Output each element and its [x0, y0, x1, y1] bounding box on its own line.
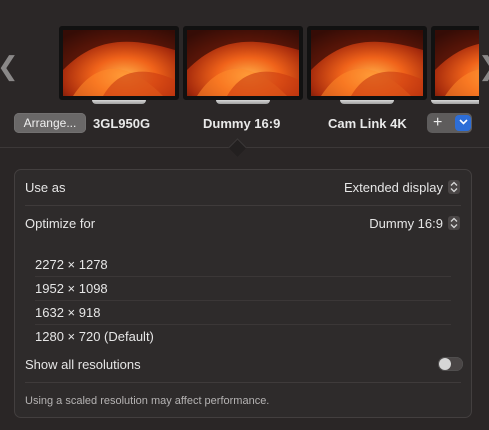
monitor-stand	[431, 100, 479, 104]
resolution-option-default[interactable]: 1280 × 720 (Default)	[35, 329, 154, 344]
divider	[25, 205, 461, 206]
resolution-option[interactable]: 1952 × 1098	[35, 281, 108, 296]
scroll-right-icon[interactable]: ❯	[478, 52, 489, 82]
resolution-divider	[35, 300, 451, 301]
wallpaper-image	[59, 26, 179, 100]
resolution-divider	[35, 324, 451, 325]
performance-note: Using a scaled resolution may affect per…	[25, 395, 270, 407]
popup-arrows-icon	[448, 216, 460, 230]
show-all-resolutions-label: Show all resolutions	[25, 357, 141, 372]
monitor-stand	[340, 100, 394, 104]
chevron-down-icon[interactable]	[455, 115, 471, 131]
display-thumbnail-4[interactable]	[431, 26, 479, 104]
wallpaper-image	[307, 26, 427, 100]
resolution-option[interactable]: 1632 × 918	[35, 305, 100, 320]
display-label-1: 3GL950G	[93, 116, 151, 131]
use-as-label: Use as	[25, 180, 66, 195]
resolution-divider	[35, 276, 451, 277]
display-thumbnail-3[interactable]	[307, 26, 427, 104]
display-thumbnail-2[interactable]	[183, 26, 303, 104]
wallpaper-image	[183, 26, 303, 100]
display-label-2: Dummy 16:9	[203, 116, 281, 131]
optimize-for-label: Optimize for	[25, 216, 96, 231]
display-thumbnail-1[interactable]	[59, 26, 179, 104]
use-as-popup[interactable]: Extended display	[344, 180, 460, 195]
divider	[25, 382, 461, 383]
resolution-option[interactable]: 2272 × 1278	[35, 257, 108, 272]
wallpaper-image	[431, 26, 479, 100]
popup-arrows-icon	[448, 180, 460, 194]
monitor-stand	[216, 100, 270, 104]
plus-icon[interactable]: +	[433, 113, 442, 133]
optimize-for-popup[interactable]: Dummy 16:9	[369, 216, 460, 231]
display-label-3: Cam Link 4K	[328, 116, 407, 131]
monitor-stand	[92, 100, 146, 104]
toggle-knob	[439, 358, 451, 370]
display-settings-panel: Use as Extended display Optimize for Dum…	[14, 169, 472, 418]
optimize-for-value: Dummy 16:9	[369, 216, 443, 231]
scroll-left-icon[interactable]: ❮	[0, 52, 19, 82]
add-display-control[interactable]: +	[427, 113, 472, 133]
arrange-button[interactable]: Arrange...	[14, 113, 86, 133]
show-all-resolutions-toggle[interactable]	[438, 357, 463, 371]
use-as-value: Extended display	[343, 180, 443, 195]
display-arrangement-strip: ❮	[0, 0, 489, 148]
